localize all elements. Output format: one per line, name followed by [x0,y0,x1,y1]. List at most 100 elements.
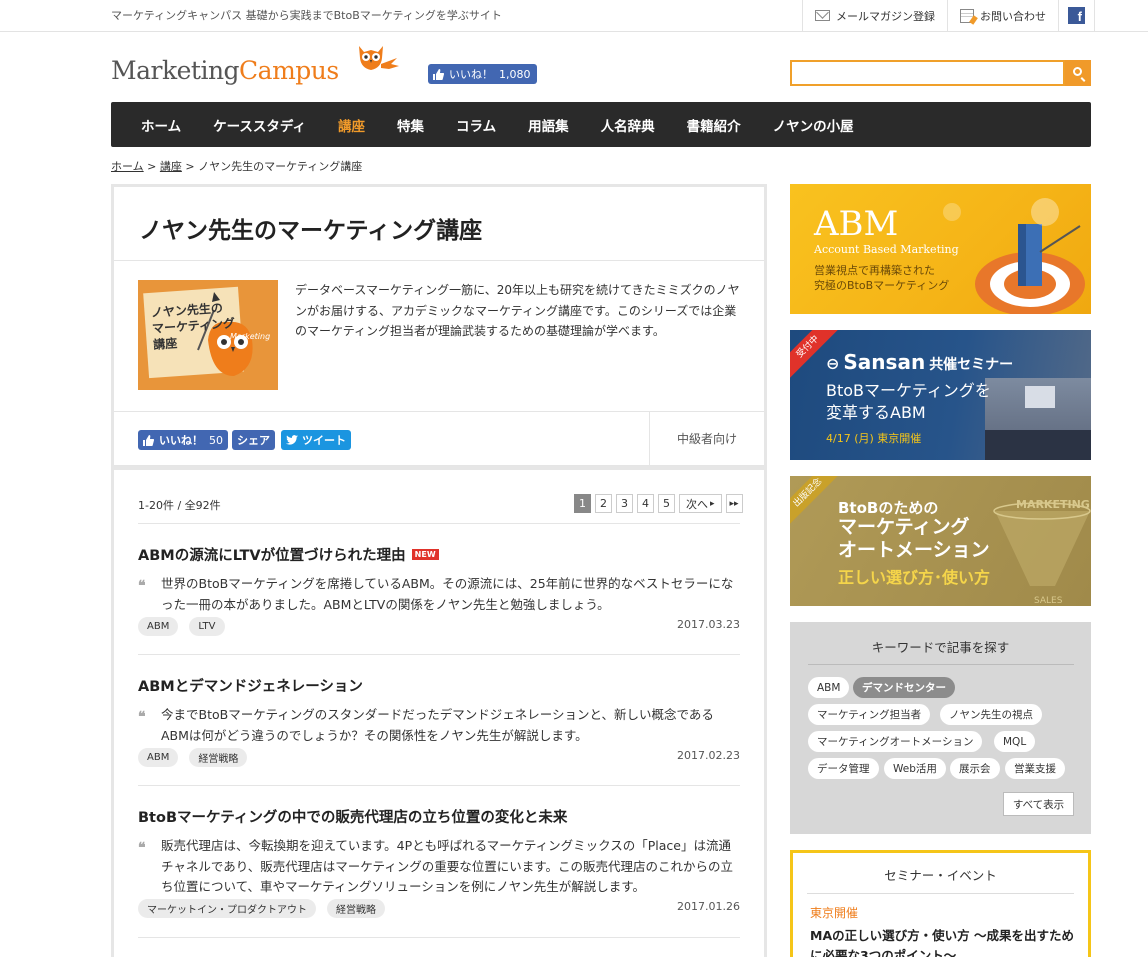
nav-feature[interactable]: 特集 [397,115,424,135]
facebook-link[interactable]: f [1058,0,1095,31]
sansan-brand-text: Sansan [843,350,926,374]
breadcrumb-separator: > [147,160,157,173]
keyword-search-box: キーワードで記事を探す ABM デマンドセンター マーケティング担当者 ノヤン先… [790,622,1091,834]
page-5[interactable]: 5 [658,494,675,513]
article-date: 2017.03.23 [677,618,740,631]
breadcrumb-home[interactable]: ホーム [111,160,144,173]
sansan-banner-copy: BtoBマーケティングを 変革するABM [826,380,991,424]
sansan-banner-line: BtoBマーケティングを [826,381,991,400]
nav-home[interactable]: ホーム [141,115,181,135]
article-title[interactable]: ABMの源流にLTVが位置づけられた理由 NEW [138,544,439,565]
keyword-chip[interactable]: ノヤン先生の視点 [940,704,1042,725]
tag[interactable]: マーケットイン・プロダクトアウト [138,899,316,918]
abm-banner-subtitle: Account Based Marketing [814,243,959,256]
tag[interactable]: ABM [138,617,179,636]
keyword-chip[interactable]: 展示会 [950,758,1000,779]
tag[interactable]: ABM [138,748,179,767]
breadcrumb-separator: > [185,160,195,173]
keyword-chip[interactable]: 営業支援 [1005,758,1065,779]
tag[interactable]: 経営戦略 [189,748,248,767]
nav-books[interactable]: 書籍紹介 [687,115,741,135]
facebook-like-button[interactable]: いいね！ 1,080 [428,64,537,84]
keyword-chip[interactable]: データ管理 [808,758,879,779]
keyword-chip[interactable]: マーケティング担当者 [808,704,931,725]
nav-case-study[interactable]: ケーススタディ [213,115,306,135]
ma-banner-subtitle: 正しい選び方･使い方 [838,568,991,587]
article-item[interactable]: ABMの源流にLTVが位置づけられた理由 NEW ❝ 世界のBtoBマーケティング… [138,524,740,655]
logo-part-campus: Campus [239,56,339,85]
tag[interactable]: LTV [189,617,225,636]
page-4[interactable]: 4 [637,494,654,513]
seminar-event-box: セミナー・イベント 東京開催 MAの正しい選び方・使い方 ～成果を出すために必要… [790,850,1091,957]
seminar-event-link[interactable]: MAの正しい選び方・使い方 ～成果を出すために必要な3つのポイント～ [810,926,1080,957]
newsletter-label: メールマガジン登録 [836,9,935,23]
thumbs-up-icon [143,434,154,446]
article-title[interactable]: BtoBマーケティングの中での販売代理店の立ち位置の変化と未来 [138,806,567,827]
facebook-icon: f [1068,7,1085,24]
seminar-photo [985,378,1091,460]
ma-book-banner[interactable]: MARKETING SALES 出版記念 BtoBのための マーケティング オー… [790,476,1091,606]
quote-icon: ❝ [138,709,146,725]
contact-link[interactable]: お問い合わせ [947,0,1058,31]
newsletter-link[interactable]: メールマガジン登録 [802,0,947,31]
sansan-logo-icon: ⊖ [826,354,840,373]
ma-banner-line: BtoBのための [838,499,939,517]
search-icon [1073,67,1082,76]
like-label: いいね！ [159,434,203,447]
nav-noyan-hut[interactable]: ノヤンの小屋 [773,115,854,135]
tag[interactable]: 経営戦略 [327,899,385,918]
abm-banner-line: 究極のBtoBマーケティング [814,279,950,292]
facebook-like-button[interactable]: いいね！ 50 [138,430,228,450]
chevron-right-icon: ▸ [710,498,715,509]
tweet-button[interactable]: ツイート [281,430,351,450]
seminar-location: 東京開催 [810,906,859,920]
page-1[interactable]: 1 [574,494,591,513]
keyword-chip[interactable]: Web活用 [884,758,946,779]
article-tags: ABM 経営戦略 [138,748,258,767]
keyword-chip[interactable]: マーケティングオートメーション [808,731,983,752]
facebook-share-button[interactable]: シェア [232,430,275,450]
keyword-chip[interactable]: MQL [994,731,1036,752]
article-excerpt: 今までBtoBマーケティングのスタンダードだったデマンドジェネレーションと、新し… [161,707,714,743]
owl-mascot-icon [359,46,399,70]
article-title[interactable]: ABMとデマンドジェネレーション [138,675,363,696]
article-item[interactable]: ABMとデマンドジェネレーション ❝ 今までBtoBマーケティングのスタンダード… [138,655,740,786]
twitter-bird-icon [286,435,298,445]
mail-icon [815,10,830,21]
sansan-seminar-banner[interactable]: 受付中 ⊖ Sansan 共催セミナー BtoBマーケティングを 変革するABM 4… [790,330,1091,460]
main-navigation: ホーム ケーススタディ 講座 特集 コラム 用語集 人名辞典 書籍紹介 ノヤンの… [111,102,1091,147]
top-utility-bar: マーケティングキャンパス 基礎から実践までBtoBマーケティングを学ぶサイト メ… [0,0,1148,32]
thumbnail-script: Marketing [230,332,271,341]
like-count: 1,080 [499,67,531,81]
breadcrumb-course[interactable]: 講座 [160,160,182,173]
article-title-text: ABMの源流にLTVが位置づけられた理由 [138,548,406,564]
keyword-chip[interactable]: ABM [808,677,850,698]
page-3[interactable]: 3 [616,494,633,513]
next-page-button[interactable]: 次へ ▸ [679,494,722,513]
abm-banner[interactable]: ABM Account Based Marketing 営業視点で再構築された … [790,184,1091,314]
site-logo[interactable]: MarketingCampus [111,40,411,90]
sansan-banner-line: 変革するABM [826,403,926,422]
search-input[interactable] [790,60,1065,86]
keyword-box-title: キーワードで記事を探す [871,640,1010,655]
nav-glossary[interactable]: 用語集 [528,115,569,135]
like-label: いいね！ [449,68,493,81]
search-button[interactable] [1065,60,1091,86]
projection-screen [1025,386,1055,408]
abm-banner-line: 営業視点で再構築された [814,264,935,277]
nav-people[interactable]: 人名辞典 [601,115,655,135]
divider [114,260,764,261]
course-description: データベースマーケティング一筋に、20年以上も研究を続けてきたミミズクのノヤンが… [295,283,740,338]
nav-column[interactable]: コラム [456,115,496,135]
keyword-chip-selected[interactable]: デマンドセンター [853,677,955,698]
show-all-keywords-button[interactable]: すべて表示 [1003,792,1074,816]
page-2[interactable]: 2 [595,494,612,513]
next-label: 次へ [686,497,708,511]
section-band [111,466,767,470]
course-card: ノヤン先生のマーケティング講座 ノヤン先生の マーケティング 講座 Market… [111,184,767,957]
article-excerpt: 販売代理店は、今転換期を迎えています。4Pとも呼ばれるマーケティングミックスの「… [161,838,734,894]
article-item[interactable]: BtoBマーケティングの中での販売代理店の立ち位置の変化と未来 ❝ 販売代理店は… [138,786,740,938]
nav-course[interactable]: 講座 [338,115,365,135]
pagination: 1 2 3 4 5 次へ ▸ ▸▸ [570,494,743,513]
last-page-button[interactable]: ▸▸ [725,494,743,513]
